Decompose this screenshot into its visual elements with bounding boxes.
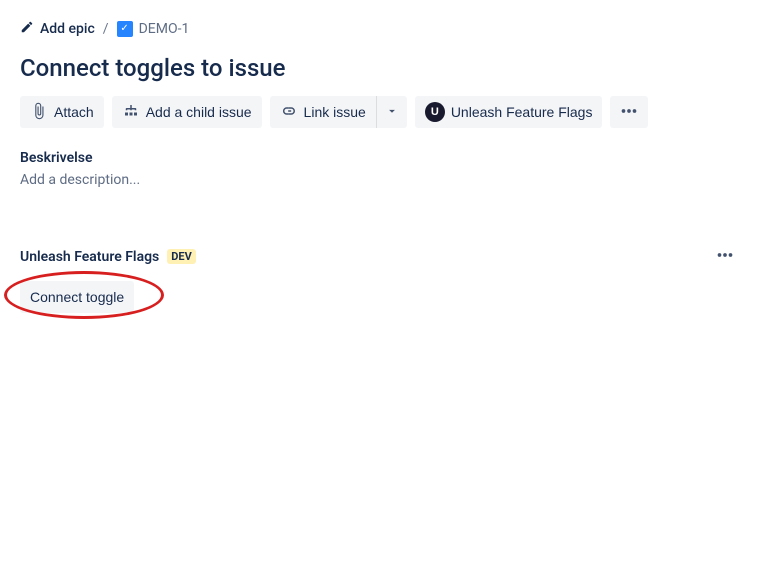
breadcrumb-add-epic[interactable]: Add epic xyxy=(20,20,95,38)
dev-badge: DEV xyxy=(167,249,196,264)
unleash-section-header: Unleash Feature Flags DEV xyxy=(20,242,738,271)
attach-icon xyxy=(30,102,48,123)
unleash-button-label: Unleash Feature Flags xyxy=(451,104,593,120)
breadcrumb-add-epic-label: Add epic xyxy=(40,21,95,37)
link-issue-button[interactable]: Link issue xyxy=(270,96,376,128)
unleash-section-header-left: Unleash Feature Flags DEV xyxy=(20,249,196,265)
more-icon xyxy=(714,254,736,269)
link-icon xyxy=(280,102,298,123)
add-child-issue-button[interactable]: Add a child issue xyxy=(112,96,262,128)
breadcrumb-issue[interactable]: DEMO-1 xyxy=(117,21,190,37)
unleash-section-title: Unleash Feature Flags xyxy=(20,249,159,265)
link-issue-group: Link issue xyxy=(270,96,407,128)
chevron-down-icon xyxy=(385,104,399,121)
breadcrumb-issue-key: DEMO-1 xyxy=(139,21,190,37)
page-title: Connect toggles to issue xyxy=(20,54,738,82)
link-issue-dropdown-button[interactable] xyxy=(377,96,407,128)
attach-button[interactable]: Attach xyxy=(20,96,104,128)
breadcrumb: Add epic / DEMO-1 xyxy=(20,20,738,38)
breadcrumb-separator: / xyxy=(103,21,109,37)
more-icon xyxy=(618,100,640,125)
description-label: Beskrivelse xyxy=(20,150,738,166)
connect-toggle-button[interactable]: Connect toggle xyxy=(20,281,134,313)
unleash-button[interactable]: U Unleash Feature Flags xyxy=(415,96,603,128)
tree-icon xyxy=(122,102,140,123)
description-field[interactable]: Add a description... xyxy=(20,172,738,188)
task-icon xyxy=(117,21,133,37)
attach-button-label: Attach xyxy=(54,104,94,120)
unleash-logo-icon: U xyxy=(425,102,445,122)
action-row: Attach Add a child issue Link issue U Un… xyxy=(20,96,738,128)
more-actions-button[interactable] xyxy=(610,96,648,128)
link-issue-label: Link issue xyxy=(304,104,366,120)
pencil-icon xyxy=(20,20,34,38)
add-child-issue-label: Add a child issue xyxy=(146,104,252,120)
connect-toggle-wrapper: Connect toggle xyxy=(20,281,134,313)
section-more-button[interactable] xyxy=(712,242,738,271)
connect-toggle-label: Connect toggle xyxy=(30,289,124,305)
